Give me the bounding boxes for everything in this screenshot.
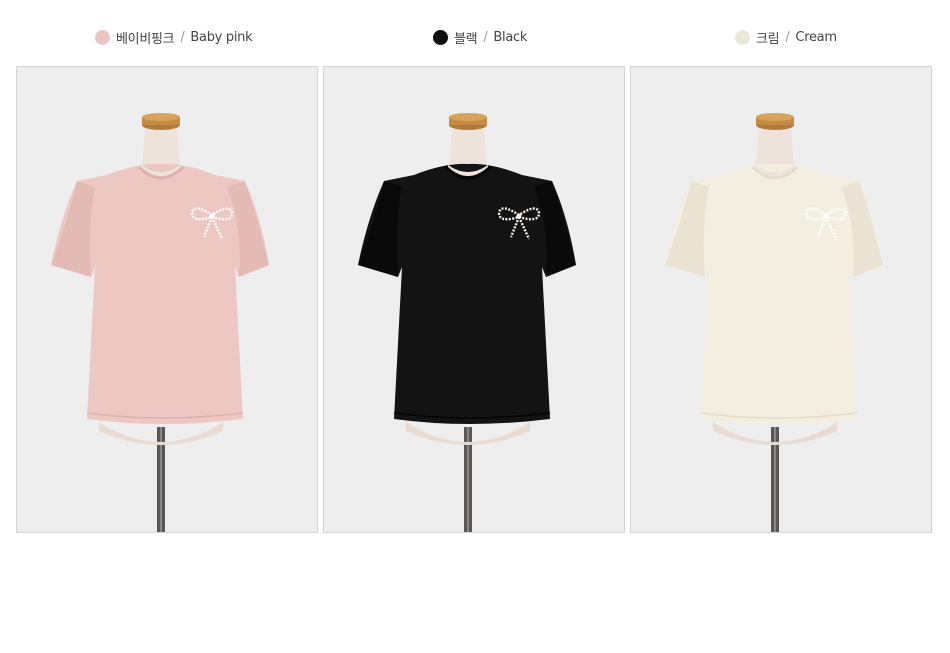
- color-swatch-dot: [95, 29, 110, 45]
- color-label-cream: 크림 / Cream: [735, 27, 837, 47]
- color-separator: /: [785, 29, 790, 45]
- tshirt-on-mannequin-illustration: [665, 113, 883, 532]
- color-swatch-dot: [433, 29, 448, 45]
- color-labels: 베이비핑크 / Baby pink 블랙 / Black 크림 / Cream: [0, 0, 950, 66]
- color-label-black: 블랙 / Black: [433, 27, 527, 47]
- color-name-ko: 블랙: [454, 31, 478, 47]
- product-photo-black: [323, 66, 625, 533]
- color-name-ko: 크림: [756, 31, 780, 47]
- color-name-en: Baby pink: [190, 29, 253, 45]
- color-separator: /: [180, 29, 185, 45]
- tshirt-on-mannequin-illustration: [51, 113, 269, 532]
- color-swatch-dot: [735, 29, 750, 45]
- product-photo-cream: [630, 66, 932, 533]
- color-name-en: Black: [493, 29, 528, 45]
- tshirt-on-mannequin-illustration: [358, 113, 576, 532]
- product-photo-baby-pink: [16, 66, 318, 533]
- color-separator: /: [483, 29, 488, 45]
- color-label-baby-pink: 베이비핑크 / Baby pink: [95, 27, 253, 47]
- color-name-ko: 베이비핑크: [116, 31, 175, 47]
- color-name-en: Cream: [795, 29, 837, 45]
